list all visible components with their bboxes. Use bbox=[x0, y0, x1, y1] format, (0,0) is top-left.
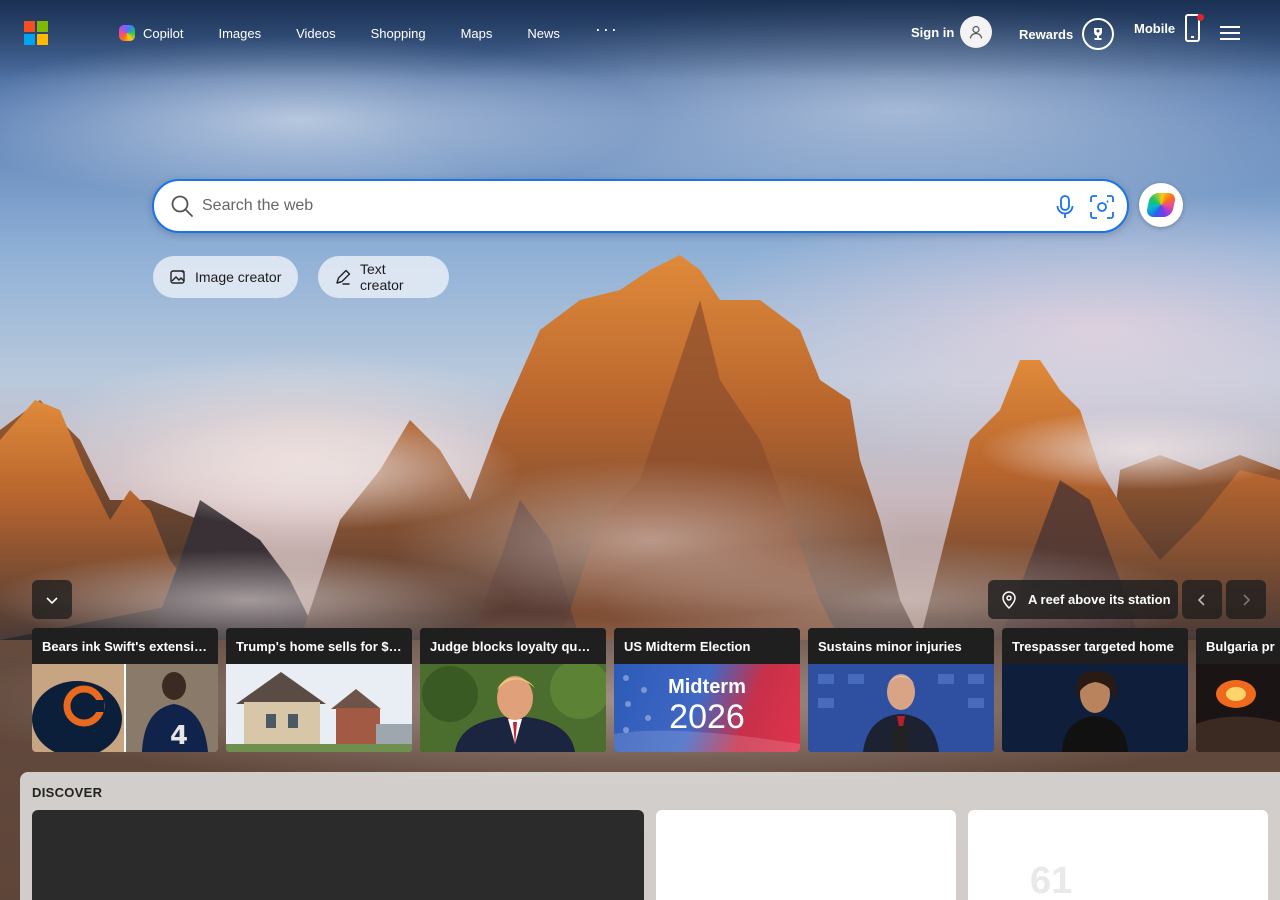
copilot-icon bbox=[1145, 193, 1177, 217]
location-label: A reef above its station bbox=[1028, 592, 1171, 607]
svg-text:4: 4 bbox=[170, 721, 188, 751]
rewards-label: Rewards bbox=[1019, 26, 1074, 42]
nav-maps[interactable]: Maps bbox=[461, 26, 493, 41]
news-card[interactable]: Judge blocks loyalty questi... bbox=[420, 628, 606, 752]
discover-card[interactable] bbox=[656, 810, 956, 900]
news-image bbox=[226, 664, 412, 752]
top-header: Copilot Images Videos Shopping Maps News… bbox=[0, 0, 1280, 66]
text-creator-label: Text creator bbox=[360, 261, 404, 293]
news-title: Sustains minor injuries bbox=[808, 628, 994, 664]
nav-label: News bbox=[527, 25, 560, 41]
search-bar bbox=[152, 179, 1129, 233]
nav-images[interactable]: Images bbox=[218, 26, 261, 41]
rewards-button[interactable]: Rewards bbox=[1019, 18, 1115, 50]
collapse-button[interactable] bbox=[32, 580, 72, 619]
hamburger-menu-icon[interactable] bbox=[1220, 26, 1240, 40]
news-card[interactable]: Bulgaria pr bbox=[1196, 628, 1280, 752]
news-card[interactable]: Trump's home sells for $2M bbox=[226, 628, 412, 752]
mountain-scenery bbox=[0, 255, 1280, 900]
rewards-trophy-icon bbox=[1082, 18, 1115, 50]
location-pin-icon bbox=[1002, 590, 1016, 609]
nav-label: Maps bbox=[460, 25, 493, 41]
nav-label: Videos bbox=[296, 25, 336, 41]
search-input[interactable] bbox=[202, 193, 1022, 219]
nav-videos[interactable]: Videos bbox=[296, 26, 336, 41]
news-image: 4 bbox=[32, 664, 218, 752]
chevron-left-icon bbox=[1197, 593, 1205, 606]
mobile-label: Mobile bbox=[1134, 20, 1176, 36]
more-menu-icon[interactable]: ··· bbox=[595, 19, 619, 40]
nav-label: Copilot bbox=[143, 25, 184, 41]
chevron-down-icon bbox=[46, 596, 58, 604]
notification-dot bbox=[1197, 14, 1204, 21]
nav-label: Images bbox=[218, 25, 262, 41]
avatar-icon bbox=[960, 16, 993, 48]
discover-heading: DISCOVER bbox=[32, 785, 103, 800]
next-image-button[interactable] bbox=[1226, 580, 1266, 619]
weather-card[interactable]: 61 bbox=[968, 810, 1268, 900]
news-card[interactable]: US Midterm Election Midterm 2026 bbox=[614, 628, 800, 752]
news-title: Bears ink Swift's extension bbox=[32, 628, 218, 664]
news-card[interactable]: Bears ink Swift's extension 4 bbox=[32, 628, 218, 752]
copilot-icon bbox=[119, 25, 135, 41]
news-carousel: Bears ink Swift's extension 4 Trump's ho… bbox=[32, 628, 1280, 752]
nav-copilot[interactable]: Copilot bbox=[119, 25, 183, 41]
image-creator-button[interactable]: Image creator bbox=[153, 256, 298, 298]
mobile-button[interactable]: Mobile bbox=[1134, 14, 1201, 42]
news-title: Judge blocks loyalty questi... bbox=[420, 628, 606, 664]
discover-card-main[interactable] bbox=[32, 810, 644, 900]
weather-temperature: 61 bbox=[1030, 860, 1073, 900]
background-image bbox=[0, 0, 1280, 900]
copilot-button[interactable] bbox=[1139, 183, 1183, 227]
midterm-text: Midterm bbox=[668, 676, 746, 698]
nav-shopping[interactable]: Shopping bbox=[371, 26, 426, 41]
top-nav: Copilot Images Videos Shopping Maps News… bbox=[119, 19, 654, 41]
news-image bbox=[1002, 664, 1188, 752]
news-image: Midterm 2026 bbox=[614, 664, 800, 752]
previous-image-button[interactable] bbox=[1182, 580, 1222, 619]
news-title: Bulgaria pr bbox=[1196, 628, 1280, 664]
news-image bbox=[1196, 664, 1280, 752]
visual-search-icon[interactable] bbox=[1088, 193, 1116, 226]
nav-news[interactable]: News bbox=[527, 26, 560, 41]
news-title: Trump's home sells for $2M bbox=[226, 628, 412, 664]
pen-icon bbox=[334, 268, 352, 286]
news-title: US Midterm Election bbox=[614, 628, 800, 664]
news-card[interactable]: Trespasser targeted home bbox=[1002, 628, 1188, 752]
news-title: Trespasser targeted home bbox=[1002, 628, 1188, 664]
news-image bbox=[808, 664, 994, 752]
news-card[interactable]: Sustains minor injuries bbox=[808, 628, 994, 752]
chevron-right-icon bbox=[1243, 593, 1251, 606]
image-creator-label: Image creator bbox=[195, 269, 282, 285]
nav-label: Shopping bbox=[370, 25, 426, 41]
sign-in-label: Sign in bbox=[911, 24, 955, 40]
image-location-chip[interactable]: A reef above its station bbox=[988, 580, 1178, 619]
search-icon bbox=[170, 194, 194, 223]
text-creator-button[interactable]: Text creator bbox=[318, 256, 449, 298]
microsoft-logo[interactable] bbox=[24, 21, 48, 45]
discover-section: DISCOVER 61 bbox=[20, 772, 1280, 900]
sign-in-button[interactable]: Sign in bbox=[911, 16, 993, 48]
image-creator-icon bbox=[169, 268, 187, 286]
news-image bbox=[420, 664, 606, 752]
midterm-year: 2026 bbox=[669, 698, 745, 736]
microphone-icon[interactable] bbox=[1054, 194, 1076, 225]
